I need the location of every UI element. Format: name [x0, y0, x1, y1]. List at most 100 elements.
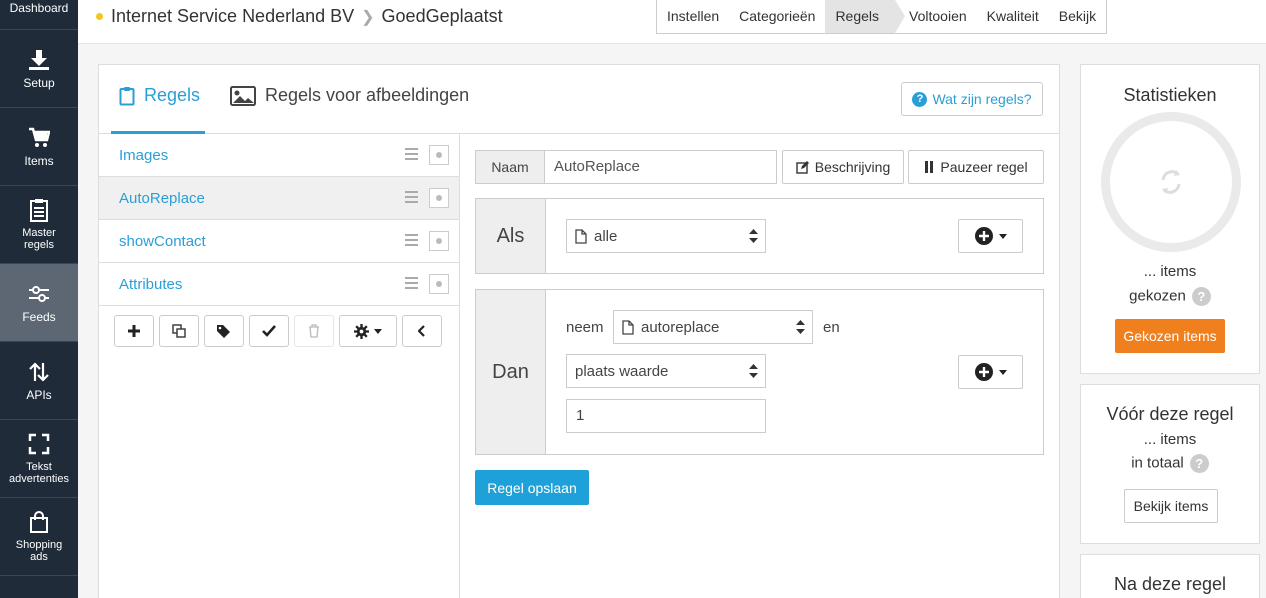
rule-toggle[interactable] [429, 231, 449, 251]
description-button-label: Beschrijving [814, 159, 891, 175]
check-icon [262, 325, 276, 337]
drag-handle-icon[interactable] [405, 277, 418, 289]
sidebar-item-label: Shopping ads [15, 539, 63, 563]
rule-name: AutoReplace [119, 190, 205, 207]
save-rule-button[interactable]: Regel opslaan [475, 470, 589, 505]
before-total-label: in totaal [1131, 454, 1184, 472]
question-icon[interactable]: ? [1189, 454, 1209, 473]
rule-name-input[interactable]: AutoReplace [544, 150, 777, 184]
clipboard-icon [27, 198, 51, 222]
drag-handle-icon[interactable] [405, 234, 418, 246]
sidebar-item-tekst-advertenties[interactable]: Tekst advertenties [0, 420, 78, 498]
sidebar-item-shopping-ads[interactable]: Shopping ads [0, 498, 78, 576]
question-icon[interactable]: ? [1191, 287, 1211, 306]
sidebar: Dashboard Setup Items Master regels Feed… [0, 0, 78, 598]
breadcrumb-feed[interactable]: GoedGeplaatst [382, 6, 503, 27]
selected-label: gekozen [1129, 287, 1186, 305]
sidebar-item-label: APIs [26, 387, 52, 402]
copy-icon [172, 324, 186, 338]
topbar: Internet Service Nederland BV ❯ GoedGepl… [78, 0, 1266, 44]
condition-select-value: alle [594, 227, 618, 245]
sidebar-item-label: Master regels [22, 227, 56, 251]
tab-label: Regels [144, 85, 201, 105]
sidebar-item-setup[interactable]: Setup [0, 30, 78, 108]
add-action-button[interactable] [958, 355, 1023, 389]
description-button[interactable]: Beschrijving [782, 150, 904, 184]
sidebar-item-apis[interactable]: APIs [0, 342, 78, 420]
neem-label: neem [566, 319, 604, 336]
help-button-label: Wat zijn regels? [932, 91, 1032, 107]
tag-rule-button[interactable] [204, 315, 244, 347]
rules-toolbar [114, 315, 447, 347]
list-item[interactable]: AutoReplace [99, 177, 459, 220]
selected-label-row: gekozen? [1081, 287, 1259, 306]
add-rule-button[interactable] [114, 315, 154, 347]
drag-handle-icon[interactable] [405, 191, 418, 203]
statistics-panel: Statistieken ... items gekozen? Gekozen … [1080, 64, 1260, 374]
settings-dropdown-button[interactable] [339, 315, 397, 347]
naam-label: Naam [475, 150, 545, 184]
action-select-value: plaats waarde [575, 362, 669, 380]
step-voltooien[interactable]: Voltooien [895, 0, 977, 33]
delete-rule-button[interactable] [294, 315, 334, 347]
after-rule-panel: Na deze regel [1080, 554, 1260, 598]
file-icon [575, 228, 587, 244]
breadcrumb-company[interactable]: Internet Service Nederland BV [111, 6, 354, 27]
rule-name: showContact [119, 233, 206, 250]
rule-toggle[interactable] [429, 274, 449, 294]
image-icon [230, 85, 256, 106]
sidebar-item-dashboard[interactable]: Dashboard [0, 0, 78, 30]
pause-rule-button[interactable]: Pauzeer regel [908, 150, 1044, 184]
step-bekijk[interactable]: Bekijk [1049, 0, 1106, 33]
condition-select[interactable]: alle [566, 219, 766, 253]
trash-icon [309, 324, 319, 338]
progress-ring [1101, 112, 1241, 252]
tab-regels[interactable]: Regels [119, 85, 200, 106]
view-items-button[interactable]: Bekijk items [1124, 489, 1218, 523]
action-select[interactable]: plaats waarde [566, 354, 766, 388]
step-categorieen[interactable]: Categorieën [729, 0, 825, 33]
pause-button-label: Pauzeer regel [940, 159, 1028, 175]
sidebar-item-master-regels[interactable]: Master regels [0, 186, 78, 264]
value-input[interactable]: 1 [566, 399, 766, 433]
gear-icon [354, 323, 369, 339]
plus-circle-icon [974, 227, 993, 245]
copy-rule-button[interactable] [159, 315, 199, 347]
help-button[interactable]: ? Wat zijn regels? [901, 82, 1043, 116]
collapse-button[interactable] [402, 315, 442, 347]
edit-icon [796, 160, 809, 174]
step-kwaliteit[interactable]: Kwaliteit [977, 0, 1049, 33]
sidebar-item-feeds[interactable]: Feeds [0, 264, 78, 342]
list-item[interactable]: showContact [99, 220, 459, 263]
before-items-count: ... items [1143, 431, 1197, 448]
list-item[interactable]: Images [99, 134, 459, 177]
sidebar-item-label: Feeds [22, 309, 56, 324]
rule-toggle[interactable] [429, 188, 449, 208]
dan-label: Dan [476, 290, 546, 454]
sliders-icon [27, 282, 51, 306]
list-item[interactable]: Attributes [99, 263, 459, 306]
sidebar-item-items[interactable]: Items [0, 108, 78, 186]
chevron-left-icon [418, 325, 425, 337]
caret-down-icon [374, 328, 382, 334]
arrows-updown-icon [27, 360, 51, 384]
check-rule-button[interactable] [249, 315, 289, 347]
plus-circle-icon [974, 363, 993, 381]
question-icon: ? [912, 91, 928, 107]
tab-regels-afbeeldingen[interactable]: Regels voor afbeeldingen [230, 85, 469, 106]
caret-down-icon [998, 369, 1007, 375]
selected-items-button[interactable]: Gekozen items [1115, 319, 1225, 353]
add-condition-button[interactable] [958, 219, 1023, 253]
download-icon [27, 48, 51, 72]
field-select[interactable]: autoreplace [613, 310, 813, 344]
step-instellen[interactable]: Instellen [657, 0, 729, 33]
caret-down-icon [998, 233, 1007, 239]
step-regels[interactable]: Regels [825, 0, 905, 33]
rule-toggle[interactable] [429, 145, 449, 165]
sidebar-item-label: Dashboard [9, 1, 69, 15]
expand-icon [27, 432, 51, 456]
cart-icon [27, 126, 51, 150]
drag-handle-icon[interactable] [405, 148, 418, 160]
bag-icon [27, 510, 51, 534]
field-select-value: autoreplace [641, 318, 720, 336]
